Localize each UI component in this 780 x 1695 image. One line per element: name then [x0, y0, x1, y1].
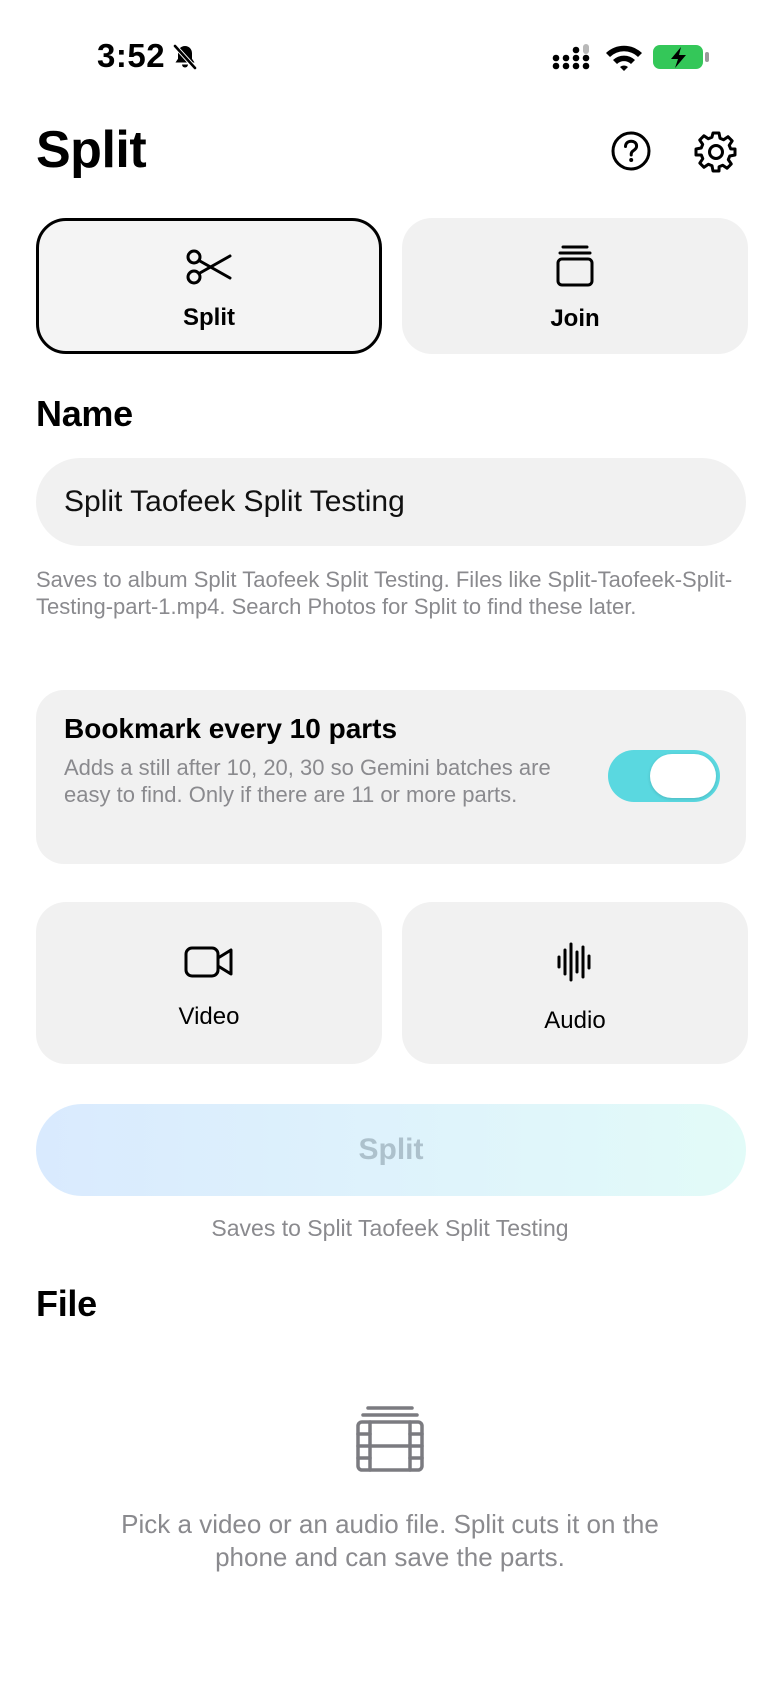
saves-note: Saves to Split Taofeek Split Testing: [211, 1215, 569, 1241]
bell-slash-icon: [173, 44, 197, 70]
gear-icon[interactable]: [694, 130, 738, 174]
video-button[interactable]: Video: [36, 902, 382, 1064]
page-title: Split: [36, 121, 147, 179]
video-camera-icon: [184, 946, 233, 978]
name-input[interactable]: [36, 458, 746, 546]
video-label: Video: [178, 1003, 240, 1030]
split-action-button[interactable]: Split: [36, 1104, 746, 1196]
mode-split-button[interactable]: Split: [36, 218, 382, 354]
help-icon[interactable]: [610, 130, 652, 172]
bookmark-description: Adds a still after 10, 20, 30 so Gemini …: [64, 755, 551, 807]
toggle-knob: [650, 754, 716, 798]
file-section-title: File: [36, 1283, 97, 1324]
film-stack-icon: [356, 1406, 424, 1472]
wifi-icon: [606, 45, 642, 71]
file-empty-text: Pick a video or an audio file. Split cut…: [121, 1509, 659, 1572]
audio-button[interactable]: Audio: [402, 902, 748, 1064]
status-time: 3:52: [97, 37, 166, 74]
name-helper-text: Saves to album Split Taofeek Split Testi…: [36, 567, 733, 619]
battery-charging-icon: [653, 45, 709, 69]
bookmark-title: Bookmark every 10 parts: [64, 713, 398, 744]
mode-split-label: Split: [183, 304, 235, 331]
audio-label: Audio: [544, 1007, 606, 1034]
mode-join-button[interactable]: Join: [402, 218, 748, 354]
name-section-title: Name: [36, 393, 133, 434]
scissors-icon: [186, 249, 232, 285]
bookmark-setting-card: Bookmark every 10 parts Adds a still aft…: [36, 690, 746, 864]
cellular-signal-icon: [552, 44, 590, 70]
waveform-icon: [557, 942, 591, 982]
mode-join-label: Join: [550, 305, 600, 332]
bookmark-toggle[interactable]: [608, 750, 720, 802]
stack-icon: [556, 245, 594, 287]
